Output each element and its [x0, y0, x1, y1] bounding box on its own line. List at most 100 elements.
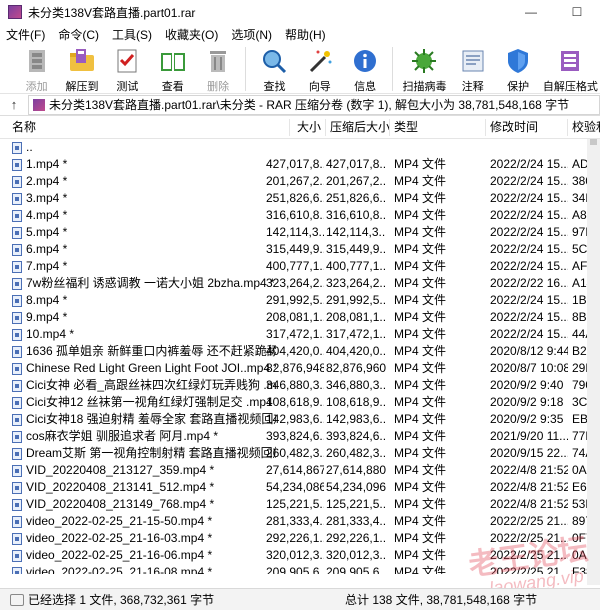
table-row[interactable]: 2.mp4 * 201,267,2... 201,267,2... MP4 文件 202…	[0, 173, 600, 190]
virus-scan-button[interactable]: 扫描病毒	[399, 44, 450, 94]
table-row[interactable]: ..	[0, 139, 600, 156]
menu-help[interactable]: 帮助(H)	[285, 26, 326, 43]
table-row[interactable]: video_2022-02-25_21-16-08.mp4 * 209,905,6…	[0, 564, 600, 574]
table-row[interactable]: video_2022-02-25_21-16-03.mp4 * 292,226,1…	[0, 530, 600, 547]
row-size: 291,992,5...	[266, 293, 324, 307]
row-packed-size: 393,824,6...	[326, 429, 386, 443]
row-modified	[490, 139, 568, 156]
table-row[interactable]: VID_20220408_213149_768.mp4 * 125,221,5..…	[0, 496, 600, 513]
view-button[interactable]: 查看	[150, 44, 195, 94]
minimize-button[interactable]: —	[508, 0, 554, 24]
row-name: 7.mp4 *	[26, 259, 68, 273]
row-name: 5.mp4 *	[26, 225, 68, 239]
row-packed-size: 400,777,1...	[326, 259, 386, 273]
row-name: video_2022-02-25_21-16-06.mp4 *	[26, 548, 213, 562]
table-row[interactable]: video_2022-02-25_21-16-06.mp4 * 320,012,3…	[0, 547, 600, 564]
row-type: MP4 文件	[394, 378, 447, 392]
delete-button[interactable]: 删除	[195, 44, 240, 94]
menu-tools[interactable]: 工具(S)	[112, 26, 152, 43]
table-row[interactable]: 7w粉丝福利 诱惑调教 一诺大小姐 2bzha.mp4 * 323,264,2..…	[0, 275, 600, 292]
row-name: video_2022-02-25_21-15-50.mp4 *	[26, 514, 213, 528]
file-icon	[12, 550, 22, 562]
row-modified: 2022/2/24 15...	[490, 157, 568, 171]
file-icon	[12, 278, 22, 290]
menu-commands[interactable]: 命令(C)	[58, 26, 99, 43]
row-modified: 2020/9/2 9:40	[490, 378, 564, 392]
row-size: 393,824,6...	[266, 429, 324, 443]
row-size: 125,221,5...	[266, 497, 324, 511]
row-name: VID_20220408_213141_512.mp4 *	[26, 480, 215, 494]
protect-icon	[503, 46, 533, 76]
table-row[interactable]: Chinese Red Light Green Light Foot JOI..…	[0, 360, 600, 377]
menu-file[interactable]: 文件(F)	[6, 26, 45, 43]
table-row[interactable]: 5.mp4 * 142,114,3... 142,114,3... MP4 文件 202…	[0, 224, 600, 241]
row-modified: 2022/2/24 15...	[490, 191, 568, 205]
row-type: MP4 文件	[394, 174, 447, 188]
table-row[interactable]: 6.mp4 * 315,449,9... 315,449,9... MP4 文件 202…	[0, 241, 600, 258]
table-row[interactable]: cos麻衣学姐 驯服追求者 阿月.mp4 * 393,824,6... 393,82…	[0, 428, 600, 445]
row-type: MP4 文件	[394, 497, 447, 511]
menu-favorites[interactable]: 收藏夹(O)	[165, 26, 218, 43]
comment-icon	[458, 46, 488, 76]
sfx-button[interactable]: 自解压格式	[541, 44, 600, 94]
maximize-button[interactable]: ☐	[554, 0, 600, 24]
table-row[interactable]: 9.mp4 * 208,081,1... 208,081,1... MP4 文件 202…	[0, 309, 600, 326]
file-icon	[12, 482, 22, 494]
row-name: 1.mp4 *	[26, 157, 68, 171]
table-row[interactable]: 10.mp4 * 317,472,1... 317,472,1... MP4 文件 20…	[0, 326, 600, 343]
wizard-button[interactable]: 向导	[297, 44, 342, 94]
row-type: MP4 文件	[394, 276, 447, 290]
row-modified: 2022/4/8 21:52	[490, 497, 568, 511]
row-type: MP4 文件	[394, 225, 447, 239]
column-name[interactable]: 名称	[8, 119, 290, 136]
find-button[interactable]: 查找	[252, 44, 297, 94]
extract-to-button[interactable]: 解压到	[59, 44, 104, 94]
scrollbar-thumb[interactable]	[590, 139, 597, 145]
add-icon	[22, 46, 52, 76]
row-type: MP4 文件	[394, 463, 447, 477]
row-size: 323,264,2...	[266, 276, 324, 290]
sfx-icon	[555, 46, 585, 76]
column-type[interactable]: 类型	[390, 119, 486, 136]
add-button[interactable]: 添加	[14, 44, 59, 94]
row-modified: 2020/9/2 9:35	[490, 412, 564, 426]
menu-options[interactable]: 选项(N)	[231, 26, 272, 43]
table-row[interactable]: video_2022-02-25_21-15-50.mp4 * 281,333,4…	[0, 513, 600, 530]
table-row[interactable]: 7.mp4 * 400,777,1... 400,777,1... MP4 文件 202…	[0, 258, 600, 275]
row-size: 208,081,1...	[266, 310, 324, 324]
row-type: MP4 文件	[394, 514, 447, 528]
column-packed-size[interactable]: 压缩后大小	[326, 119, 390, 136]
table-row[interactable]: Cici女神12 丝袜第一视角红绿灯强制足交 .mp4 * 108,618,9..…	[0, 394, 600, 411]
row-modified: 2022/2/24 15...	[490, 259, 568, 273]
column-checksum[interactable]: 校验和	[568, 119, 600, 136]
test-button[interactable]: 测试	[105, 44, 150, 94]
row-modified: 2022/2/25 21...	[490, 531, 568, 545]
row-name: 10.mp4 *	[26, 327, 75, 341]
table-row[interactable]: 1.mp4 * 427,017,8... 427,017,8... MP4 文件 202…	[0, 156, 600, 173]
table-row[interactable]: Dream艾斯 第一视角控制射精 套路直播视频回放 .m...260,482,3…	[0, 445, 600, 462]
address-path[interactable]: 未分类138V套路直播.part01.rar\未分类 - RAR 压缩分卷 (数…	[28, 94, 600, 115]
table-row[interactable]: Cici女神18 强迫射精 羞辱全家 套路直播视频回放中...142,983,6…	[0, 411, 600, 428]
column-size[interactable]: 大小	[266, 119, 326, 136]
file-icon	[12, 261, 22, 273]
info-button[interactable]: 信息	[343, 44, 388, 94]
row-name: Cici女神12 丝袜第一视角红绿灯强制足交 .mp4 *	[26, 395, 276, 409]
vertical-scrollbar[interactable]	[587, 139, 600, 585]
table-row[interactable]: VID_20220408_213141_512.mp4 * 54,234,086 5…	[0, 479, 600, 496]
table-row[interactable]: 4.mp4 * 316,610,8... 316,610,8... MP4 文件 202…	[0, 207, 600, 224]
wizard-icon	[305, 46, 335, 76]
up-arrow-icon[interactable]: ↑	[0, 97, 28, 112]
table-row[interactable]: Cici女神 必看_高跟丝袜四次红绿灯玩弄贱狗 .mp4 * 346,880,3.…	[0, 377, 600, 394]
column-modified[interactable]: 修改时间	[486, 119, 568, 136]
table-row[interactable]: VID_20220408_213127_359.mp4 * 27,614,867 2…	[0, 462, 600, 479]
file-icon	[12, 244, 22, 256]
row-packed-size: 291,992,5...	[326, 293, 386, 307]
table-row[interactable]: 3.mp4 * 251,826,6... 251,826,6... MP4 文件 202…	[0, 190, 600, 207]
protect-button[interactable]: 保护	[495, 44, 540, 94]
row-name: 2.mp4 *	[26, 174, 68, 188]
comment-button[interactable]: 注释	[450, 44, 495, 94]
row-packed-size: 404,420,0...	[326, 344, 386, 358]
table-row[interactable]: 8.mp4 * 291,992,5... 291,992,5... MP4 文件 202…	[0, 292, 600, 309]
table-row[interactable]: 1636 孤单姐亲 新鲜重口内裤羞辱 还不赶紧跪舔.mpo...404,420,…	[0, 343, 600, 360]
row-type: MP4 文件	[394, 480, 447, 494]
